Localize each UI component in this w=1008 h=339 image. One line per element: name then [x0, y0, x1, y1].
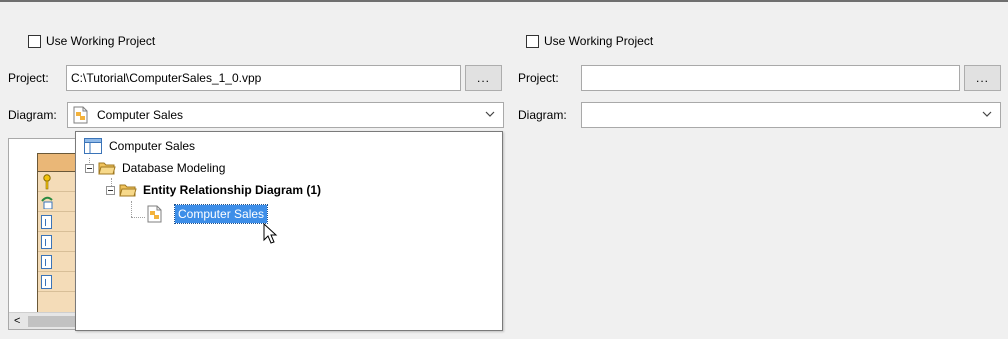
folder-open-icon: [98, 162, 116, 175]
column-icon: [41, 255, 52, 269]
chevron-down-icon[interactable]: [485, 109, 495, 119]
tree-item-label: Computer Sales: [109, 139, 196, 153]
project-path-value: C:\Tutorial\ComputerSales_1_0.vpp: [71, 71, 262, 85]
checkbox-label: Use Working Project: [46, 34, 156, 48]
checkbox-box[interactable]: [28, 34, 41, 48]
diagram-label: Diagram:: [8, 108, 57, 122]
diagram-select[interactable]: Computer Sales: [67, 102, 504, 128]
tree-item-database-modeling[interactable]: Database Modeling: [85, 158, 225, 178]
project-label: Project:: [518, 71, 559, 85]
browse-project-button[interactable]: ...: [465, 65, 502, 91]
foreign-key-icon: [41, 196, 53, 209]
diagram-tree-popup[interactable]: Computer Sales Database Modeling Entity …: [75, 131, 503, 331]
collapse-toggle-icon[interactable]: [106, 185, 115, 195]
project-row-right: Project: ...: [518, 65, 1001, 91]
tree-item-erd-folder[interactable]: Entity Relationship Diagram (1): [106, 180, 321, 200]
diagram-row-left: Diagram: Computer Sales: [8, 102, 504, 128]
project-row-left: Project: C:\Tutorial\ComputerSales_1_0.v…: [8, 65, 502, 91]
right-comparison-panel: Use Working Project Project: ... Diagram…: [510, 2, 1008, 339]
tree-item-computer-sales[interactable]: Computer Sales: [146, 204, 269, 224]
tree-item-label-selected: Computer Sales: [173, 204, 269, 224]
collapse-toggle-icon[interactable]: [85, 163, 94, 173]
tree-item-root[interactable]: Computer Sales: [84, 136, 195, 156]
tree-connector: [131, 217, 145, 218]
diagram-select-value: Computer Sales: [97, 108, 184, 122]
column-icon: [41, 215, 52, 229]
chevron-down-icon[interactable]: [982, 109, 992, 119]
folder-open-icon: [119, 184, 137, 197]
column-icon: [41, 275, 52, 289]
tree-item-label: Entity Relationship Diagram (1): [143, 183, 322, 197]
tree-connector: [131, 201, 132, 217]
key-icon: [43, 174, 51, 190]
diagram-select[interactable]: [581, 102, 1001, 128]
use-working-project-checkbox-right[interactable]: Use Working Project: [526, 34, 653, 48]
diagram-label: Diagram:: [518, 108, 567, 122]
mouse-cursor-icon: [263, 223, 278, 244]
browse-project-button[interactable]: ...: [964, 65, 1001, 91]
project-path-field[interactable]: [581, 65, 960, 91]
diagram-root-icon: [84, 138, 102, 154]
erd-diagram-icon: [147, 205, 162, 223]
use-working-project-checkbox-left[interactable]: Use Working Project: [28, 34, 155, 48]
checkbox-label: Use Working Project: [544, 34, 654, 48]
checkbox-box[interactable]: [526, 34, 539, 48]
tree-item-label: Database Modeling: [122, 161, 226, 175]
diagram-row-right: Diagram:: [518, 102, 1001, 128]
diagram-icon: [72, 106, 89, 124]
scroll-left-arrow-icon[interactable]: <: [14, 315, 20, 327]
project-label: Project:: [8, 71, 49, 85]
project-path-field[interactable]: C:\Tutorial\ComputerSales_1_0.vpp: [66, 65, 461, 91]
column-icon: [41, 235, 52, 249]
